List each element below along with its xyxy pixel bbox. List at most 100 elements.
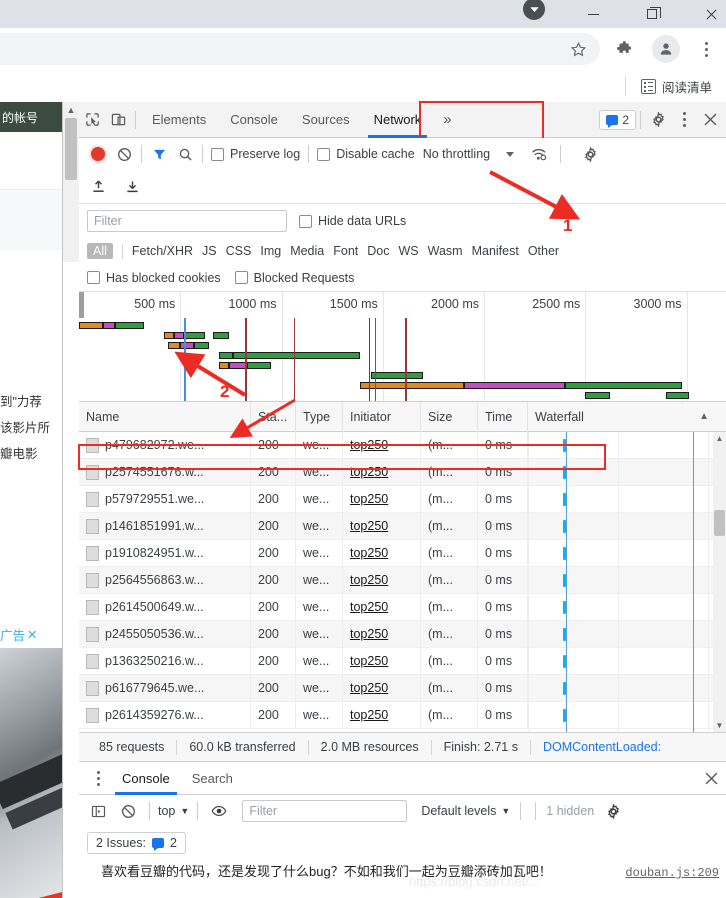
scrollbar-thumb[interactable] [714,510,725,536]
window-minimize-button[interactable] [570,0,616,28]
network-overview-timeline[interactable]: 500 ms 1000 ms 1500 ms 2000 ms 2500 ms 3000 m… [79,292,726,402]
network-conditions-icon[interactable] [526,141,552,167]
type-filter-doc[interactable]: Doc [367,244,389,258]
address-bar[interactable] [0,33,600,65]
table-row[interactable]: p1910824951.w... 200 we... top250 (m... 0 ms [79,539,726,567]
column-header-status[interactable]: Sta... [251,401,296,432]
hide-data-urls-checkbox[interactable]: Hide data URLs [299,214,406,228]
ad-image[interactable] [0,648,62,898]
close-devtools-icon[interactable] [697,107,723,133]
ad-close-icon[interactable]: ✕ [27,627,37,642]
column-header-initiator[interactable]: Initiator [343,401,421,432]
console-message-row[interactable]: 喜欢看豆瓣的代码，还是发现了什么bug？不如和我们一起为豆瓣添砖加瓦吧！ htt… [79,858,726,898]
extensions-puzzle-icon[interactable] [608,33,640,65]
initiator-link[interactable]: top250 [350,573,388,587]
table-row[interactable]: p2455050536.w... 200 we... top250 (m... 0 ms [79,620,726,648]
window-close-button[interactable] [688,0,726,28]
initiator-link[interactable]: top250 [350,546,388,560]
table-row[interactable]: p2574551676.w... 200 we... top250 (m... 0 ms [79,458,726,486]
issues-badge[interactable]: 2 [599,109,636,130]
type-filter-img[interactable]: Img [260,244,281,258]
chevron-down-icon[interactable] [506,151,515,157]
initiator-link[interactable]: top250 [350,519,388,533]
import-har-icon[interactable] [85,174,111,200]
initiator-link[interactable]: top250 [350,654,388,668]
column-header-size[interactable]: Size [421,401,478,432]
column-header-time[interactable]: Time [478,401,528,432]
bookmark-star-icon[interactable] [562,33,594,65]
drawer-close-icon[interactable] [701,765,726,791]
initiator-link[interactable]: top250 [350,465,388,479]
console-sidebar-icon[interactable] [85,798,111,824]
table-row[interactable]: p2614359276.w... 200 we... top250 (m... 0 ms [79,701,726,729]
live-expression-icon[interactable] [206,798,232,824]
clear-icon[interactable] [111,141,137,167]
console-filter-input[interactable] [242,800,408,822]
throttling-select[interactable]: No throttling [423,147,490,161]
page-scrollbar[interactable]: ▲ [63,102,79,262]
preserve-log-checkbox[interactable]: Preserve log [211,147,300,161]
gear-icon[interactable] [600,798,626,824]
search-icon[interactable] [172,141,198,167]
gear-icon[interactable] [577,141,603,167]
initiator-link[interactable]: top250 [350,600,388,614]
reading-list-button[interactable]: 阅读清单 [624,74,718,98]
more-tabs-chevron-icon[interactable]: » [433,102,461,138]
initiator-link[interactable]: top250 [350,681,388,695]
type-filter-font[interactable]: Font [333,244,358,258]
inspect-element-icon[interactable] [79,107,105,133]
more-vertical-icon[interactable] [85,765,111,791]
window-maximize-button[interactable] [629,0,675,28]
type-filter-wasm[interactable]: Wasm [428,244,463,258]
table-row[interactable]: p579729551.we... 200 we... top250 (m... 0 ms [79,485,726,513]
console-message-source-link[interactable]: douban.js:209 [625,864,719,883]
column-header-waterfall[interactable]: Waterfall ▲ [528,402,726,432]
scroll-up-arrow-icon[interactable]: ▲ [715,434,724,443]
type-filter-fetch-xhr[interactable]: Fetch/XHR [132,244,193,258]
initiator-link[interactable]: top250 [350,627,388,641]
tab-elements[interactable]: Elements [140,102,218,138]
scroll-up-arrow-icon[interactable]: ▲ [65,104,77,116]
gear-icon[interactable] [645,107,671,133]
table-row[interactable]: p2564556863.w... 200 we... top250 (m... 0 ms [79,566,726,594]
initiator-link[interactable]: top250 [350,492,388,506]
table-row[interactable]: p479682972.we... 200 we... top250 (m... 0 ms [79,432,726,459]
type-filter-other[interactable]: Other [528,244,559,258]
more-vertical-icon[interactable] [671,107,697,133]
drawer-tab-console[interactable]: Console [111,762,181,795]
initiator-link[interactable]: top250 [350,438,388,452]
download-badge-icon[interactable] [519,0,549,24]
tab-console[interactable]: Console [218,102,290,138]
scrollbar-thumb[interactable] [65,118,77,180]
clear-console-icon[interactable] [115,798,141,824]
drawer-tab-search[interactable]: Search [181,762,244,795]
record-icon[interactable] [85,141,111,167]
scroll-down-arrow-icon[interactable]: ▼ [715,721,724,730]
issues-button[interactable]: 2 Issues: 2 [87,831,186,854]
type-filter-manifest[interactable]: Manifest [472,244,519,258]
chrome-menu-icon[interactable] [690,33,722,65]
network-filter-input[interactable] [87,210,287,232]
type-filter-ws[interactable]: WS [398,244,418,258]
export-har-icon[interactable] [119,174,145,200]
filter-funnel-icon[interactable] [146,141,172,167]
blocked-requests-checkbox[interactable]: Blocked Requests [234,271,354,285]
requests-table-body[interactable]: p479682972.we... 200 we... top250 (m... 0 ms p… [79,432,726,732]
table-row[interactable]: p1363250216.w... 200 we... top250 (m... 0 ms [79,647,726,675]
table-row[interactable]: p2614500649.w... 200 we... top250 (m... 0 ms [79,593,726,621]
table-row[interactable]: p616779645.we... 200 we... top250 (m... 0 ms [79,674,726,702]
column-header-type[interactable]: Type [296,401,343,432]
type-filter-css[interactable]: CSS [226,244,252,258]
type-filter-js[interactable]: JS [202,244,217,258]
column-header-name[interactable]: Name [79,401,251,432]
device-toolbar-icon[interactable] [105,107,131,133]
page-account-nav[interactable]: 的帐号 [0,102,62,132]
table-row[interactable]: p1461851991.w... 200 we... top250 (m... 0 ms [79,512,726,540]
type-filter-all[interactable]: All [87,243,113,259]
tab-sources[interactable]: Sources [290,102,362,138]
console-context-select[interactable]: top ▼ [158,804,189,818]
requests-table-scrollbar[interactable]: ▲ ▼ [713,432,726,732]
has-blocked-cookies-checkbox[interactable]: Has blocked cookies [87,271,221,285]
disable-cache-checkbox[interactable]: Disable cache [317,147,415,161]
profile-avatar-icon[interactable] [650,33,682,65]
